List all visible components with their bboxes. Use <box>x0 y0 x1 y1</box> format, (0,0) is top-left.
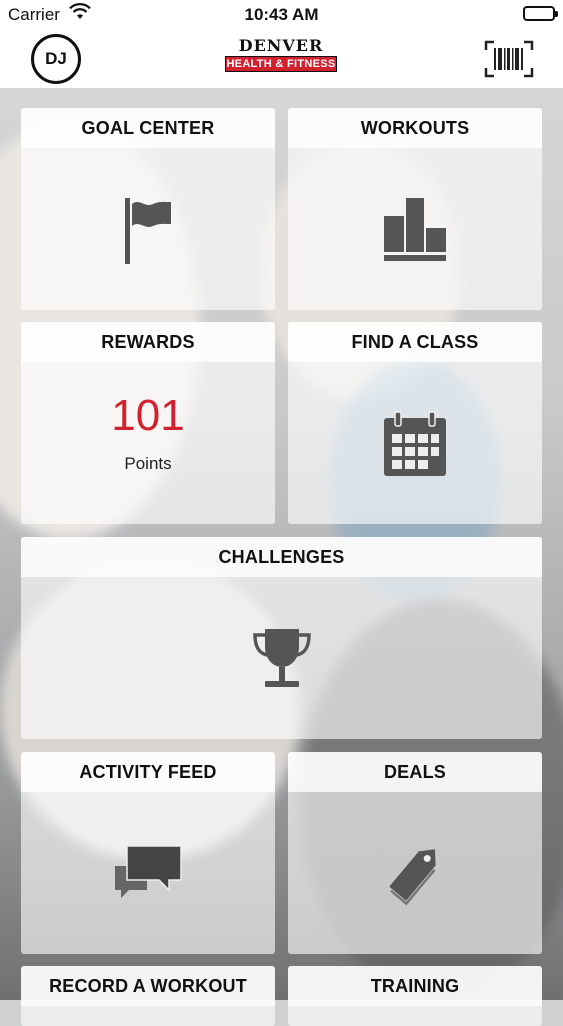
calendar-icon <box>384 411 446 476</box>
record-a-workout-tile[interactable]: RECORD A WORKOUT <box>21 966 275 1026</box>
workouts-title: WORKOUTS <box>288 108 542 148</box>
rewards-tile[interactable]: REWARDS 101 Points <box>21 322 275 524</box>
deals-title: DEALS <box>288 752 542 792</box>
deals-tile[interactable]: DEALS <box>288 752 542 954</box>
find-a-class-title: FIND A CLASS <box>288 322 542 362</box>
dashboard-grid: GOAL CENTER WORKOUTS REWARDS 101 Points … <box>0 88 563 1026</box>
profile-avatar-button[interactable]: DJ <box>31 34 81 84</box>
trophy-icon <box>252 629 311 687</box>
activity-feed-tile[interactable]: ACTIVITY FEED <box>21 752 275 954</box>
flag-icon <box>125 198 171 264</box>
rewards-title: REWARDS <box>21 322 275 362</box>
record-a-workout-title: RECORD A WORKOUT <box>21 966 275 1006</box>
find-a-class-tile[interactable]: FIND A CLASS <box>288 322 542 524</box>
brand-logo: DENVER HEALTH & FITNESS <box>225 38 337 72</box>
training-tile[interactable]: TRAINING <box>288 966 542 1026</box>
activity-feed-title: ACTIVITY FEED <box>21 752 275 792</box>
logo-line2: HEALTH & FITNESS <box>225 56 337 72</box>
goal-center-title: GOAL CENTER <box>21 108 275 148</box>
barcode-button[interactable] <box>484 40 534 78</box>
battery-icon <box>523 6 558 21</box>
avatar-initials: DJ <box>45 49 67 68</box>
rewards-points-value: 101 <box>111 391 185 440</box>
rewards-points-label: Points <box>124 454 172 473</box>
tag-icon <box>389 849 436 906</box>
chat-bubbles-icon <box>115 845 182 898</box>
logo-line1: DENVER <box>238 36 324 55</box>
bar-chart-icon <box>384 198 446 261</box>
status-bar: Carrier 10:43 AM <box>0 0 563 30</box>
goal-center-tile[interactable]: GOAL CENTER <box>21 108 275 310</box>
workouts-tile[interactable]: WORKOUTS <box>288 108 542 310</box>
barcode-icon <box>484 40 534 78</box>
top-navbar: DJ DENVER HEALTH & FITNESS <box>0 30 563 88</box>
status-time: 10:43 AM <box>244 5 319 24</box>
challenges-title: CHALLENGES <box>21 537 542 577</box>
challenges-tile[interactable]: CHALLENGES <box>21 537 542 739</box>
training-title: TRAINING <box>288 966 542 1006</box>
